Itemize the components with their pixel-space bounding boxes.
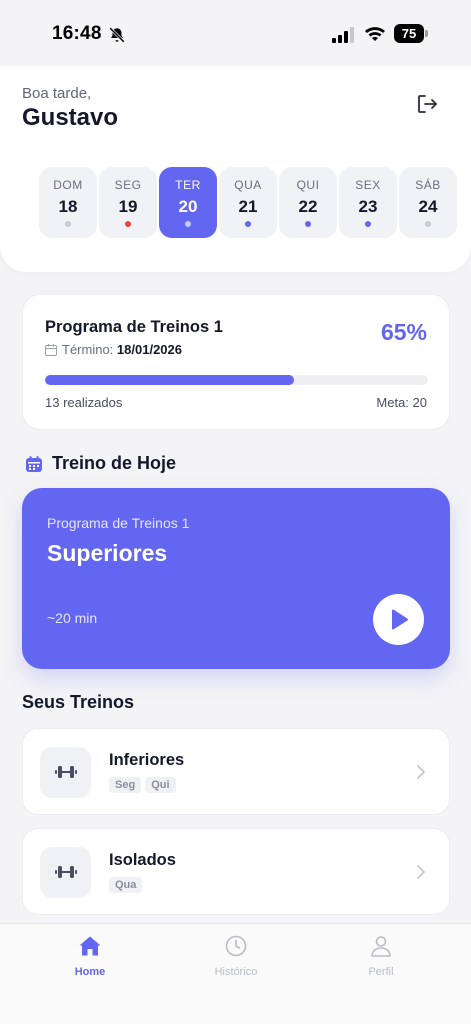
day-label: QUI <box>296 178 320 192</box>
calendar-outline-icon <box>45 344 57 356</box>
day-number: 23 <box>358 197 378 216</box>
day-number: 19 <box>118 197 138 216</box>
day-status-dot <box>125 221 131 227</box>
program-progress-fill <box>45 375 294 385</box>
workout-card-inferiores[interactable]: Inferiores Seg Qui <box>22 728 450 815</box>
signal-icon <box>332 27 354 43</box>
tab-home[interactable]: Home <box>50 934 130 986</box>
user-icon <box>371 936 391 957</box>
dumbbell-icon <box>55 866 77 878</box>
workout-day-tags: Qua <box>109 877 146 893</box>
day-tag: Seg <box>109 777 142 793</box>
day-sex[interactable]: SEX 23 <box>339 167 397 238</box>
start-workout-button[interactable] <box>373 594 424 645</box>
day-status-dot <box>365 221 371 227</box>
battery-icon: 75 <box>394 24 428 43</box>
tab-label: Home <box>74 966 106 978</box>
wifi-icon <box>365 27 385 41</box>
program-title: Programa de Treinos 1 <box>45 318 223 336</box>
day-status-dot <box>245 221 251 227</box>
status-bar: 16:48 75 <box>0 0 471 66</box>
dumbbell-icon <box>55 766 77 778</box>
program-end: Término: 18/01/2026 <box>62 342 182 357</box>
today-program-name: Programa de Treinos 1 <box>47 515 190 531</box>
day-number: 22 <box>298 197 318 216</box>
program-end-label: Término: <box>62 342 114 357</box>
day-status-dot <box>305 221 311 227</box>
workout-name: Inferiores <box>109 751 185 769</box>
program-percent: 65% <box>380 319 427 345</box>
day-status-dot <box>185 221 191 227</box>
tab-label: Perfil <box>368 966 394 978</box>
today-workout-name: Superiores <box>47 540 168 566</box>
battery-level: 75 <box>394 24 424 43</box>
day-number: 18 <box>58 197 78 216</box>
today-duration: ~20 min <box>47 610 98 626</box>
day-tag: Qua <box>109 877 143 893</box>
chevron-right-icon <box>417 865 425 879</box>
day-label: SEX <box>355 178 381 192</box>
day-status-dot <box>425 221 431 227</box>
day-tag: Qui <box>145 777 176 793</box>
day-label: DOM <box>53 178 83 192</box>
header-card: Boa tarde, Gustavo DOM 18 SEG 19 TER 20 QUA 21 Q… <box>0 66 471 272</box>
workouts-section-title: Seus Treinos <box>22 692 135 712</box>
done-count: 13 realizados <box>45 395 123 410</box>
day-qui[interactable]: QUI 22 <box>279 167 337 238</box>
day-number: 20 <box>178 197 198 216</box>
day-sáb[interactable]: SÁB 24 <box>399 167 457 238</box>
tab-profile[interactable]: Perfil <box>341 934 421 986</box>
workout-icon-box <box>40 847 91 898</box>
workout-name: Isolados <box>109 851 176 869</box>
day-label: SEG <box>114 178 142 192</box>
program-progress-bar <box>45 375 428 385</box>
calendar-icon <box>26 456 42 472</box>
workout-card-isolados[interactable]: Isolados Qua <box>22 828 450 915</box>
tab-label: Histórico <box>214 966 258 978</box>
day-number: 24 <box>418 197 438 216</box>
today-title: Treino de Hoje <box>52 453 177 473</box>
day-qua[interactable]: QUA 21 <box>219 167 277 238</box>
workout-icon-box <box>40 747 91 798</box>
day-ter[interactable]: TER 20 <box>159 167 217 238</box>
user-name: Gustavo <box>22 104 119 131</box>
battery-tip <box>425 30 428 37</box>
day-label: TER <box>175 178 201 192</box>
chevron-right-icon <box>417 765 425 779</box>
day-seg[interactable]: SEG 19 <box>99 167 157 238</box>
day-dom[interactable]: DOM 18 <box>39 167 97 238</box>
day-number: 21 <box>238 197 258 216</box>
program-progress-card[interactable]: Programa de Treinos 1 65% Término: 18/01… <box>22 294 450 430</box>
goal-count: Meta: 20 <box>376 395 427 410</box>
tab-history[interactable]: Histórico <box>196 934 276 986</box>
program-end-date: 18/01/2026 <box>116 342 182 357</box>
day-label: QUA <box>234 178 262 192</box>
status-time: 16:48 <box>52 23 102 44</box>
home-icon <box>79 936 101 956</box>
clock-icon <box>225 935 247 957</box>
day-status-dot <box>65 221 71 227</box>
day-label: SÁB <box>415 178 441 192</box>
logout-icon[interactable] <box>415 92 439 116</box>
workout-day-tags: Seg Qui <box>109 777 180 793</box>
bell-off-icon <box>109 27 125 43</box>
today-workout-card[interactable]: Programa de Treinos 1 Superiores ~20 min <box>22 488 450 669</box>
week-selector: DOM 18 SEG 19 TER 20 QUA 21 QUI 22 SEX 23 SÁB 24 <box>39 167 459 238</box>
play-icon <box>392 609 408 630</box>
bottom-tab-bar: Home Histórico Perfil <box>0 923 471 1024</box>
greeting: Boa tarde, <box>22 85 92 102</box>
